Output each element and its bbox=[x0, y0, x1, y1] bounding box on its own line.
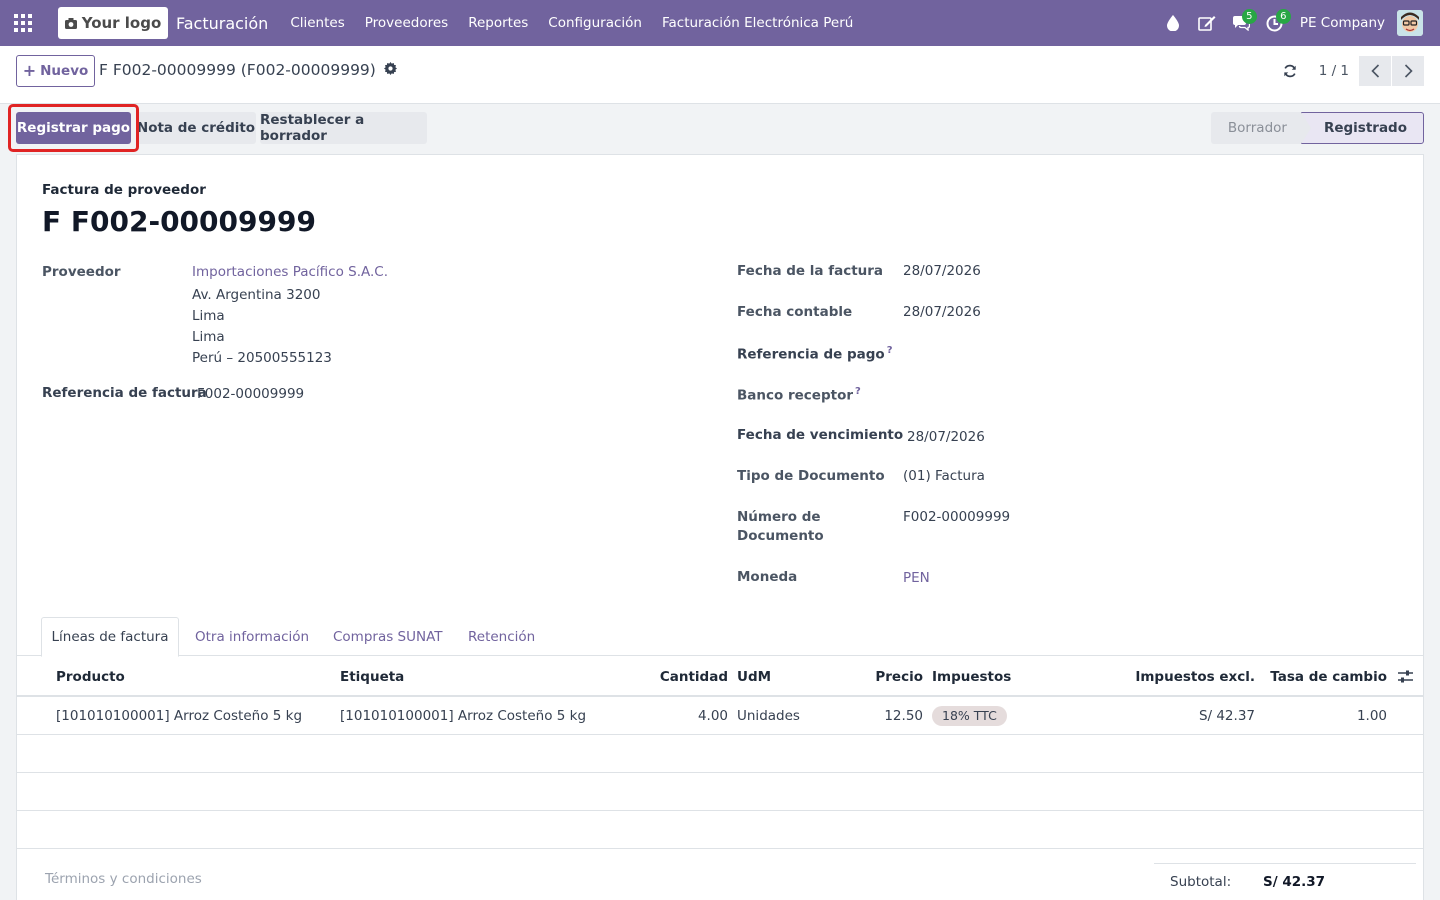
menu-item-reportes[interactable]: Reportes bbox=[458, 15, 538, 31]
pager: 1 / 1 bbox=[1275, 55, 1424, 87]
activities-badge: 6 bbox=[1275, 9, 1291, 24]
status-stages: Borrador Registrado bbox=[1210, 112, 1424, 144]
stage-draft[interactable]: Borrador bbox=[1210, 112, 1312, 144]
line-uom[interactable]: Unidades bbox=[737, 708, 800, 724]
invoice-date-label: Fecha de la factura bbox=[737, 263, 884, 279]
stage-posted[interactable]: Registrado bbox=[1300, 112, 1424, 144]
accounting-date-label: Fecha contable bbox=[737, 304, 853, 320]
user-avatar[interactable] bbox=[1397, 10, 1423, 36]
document-number-field[interactable]: F002-00009999 bbox=[903, 509, 1010, 525]
drop-icon[interactable] bbox=[1156, 0, 1190, 46]
col-tax-excluded[interactable]: Impuestos excl. bbox=[1135, 669, 1255, 685]
app-name[interactable]: Facturación bbox=[176, 14, 268, 33]
logo-text: Your logo bbox=[81, 14, 162, 32]
messages-icon[interactable]: 5 bbox=[1224, 0, 1258, 46]
vendor-address-line: Av. Argentina 3200 bbox=[192, 287, 321, 303]
invoice-date-field[interactable]: 28/07/2026 bbox=[903, 263, 981, 279]
breadcrumb-current: F F002-00009999 (F002-00009999) bbox=[99, 61, 376, 79]
tab-sunat-purchases[interactable]: Compras SUNAT bbox=[333, 617, 443, 656]
apps-menu-icon[interactable] bbox=[0, 0, 46, 46]
new-button[interactable]: + Nuevo bbox=[16, 55, 95, 87]
pager-value[interactable]: 1 / 1 bbox=[1319, 63, 1349, 79]
invoice-ref-label: Referencia de factura bbox=[42, 385, 207, 401]
col-label[interactable]: Etiqueta bbox=[340, 669, 404, 685]
document-type-field[interactable]: (01) Factura bbox=[903, 468, 985, 484]
due-date-label: Fecha de vencimiento bbox=[737, 427, 904, 443]
document-name: F F002-00009999 bbox=[42, 205, 316, 238]
col-quantity[interactable]: Cantidad bbox=[660, 669, 728, 685]
plus-icon: + bbox=[22, 61, 37, 80]
messages-badge: 5 bbox=[1241, 9, 1257, 24]
tab-retention[interactable]: Retención bbox=[468, 617, 535, 656]
terms-and-conditions-field[interactable]: Términos y condiciones bbox=[45, 871, 202, 887]
document-type-label: Tipo de Documento bbox=[737, 468, 885, 484]
currency-field[interactable]: PEN bbox=[903, 570, 930, 586]
col-exchange-rate[interactable]: Tasa de cambio bbox=[1270, 669, 1387, 685]
table-row-empty bbox=[17, 773, 1423, 811]
line-tax-tag[interactable]: 18% TTC bbox=[932, 706, 1007, 726]
col-product[interactable]: Producto bbox=[56, 669, 125, 685]
edit-icon[interactable] bbox=[1190, 0, 1224, 46]
table-row-empty bbox=[17, 811, 1423, 849]
recipient-bank-field[interactable] bbox=[903, 386, 1203, 404]
chevron-right-icon[interactable] bbox=[1392, 56, 1424, 86]
col-taxes[interactable]: Impuestos bbox=[932, 669, 1011, 685]
top-navbar: Your logo Facturación Clientes Proveedor… bbox=[0, 0, 1440, 46]
line-exchange-rate: 1.00 bbox=[1356, 708, 1387, 724]
highlight-box bbox=[8, 104, 139, 152]
line-label[interactable]: [101010100001] Arroz Costeño 5 kg bbox=[340, 708, 586, 724]
tab-other-info[interactable]: Otra información bbox=[195, 617, 309, 656]
line-price[interactable]: 12.50 bbox=[884, 708, 923, 724]
vendor-label: Proveedor bbox=[42, 264, 121, 280]
form-sheet: Factura de proveedor F F002-00009999 Pro… bbox=[16, 154, 1424, 900]
company-switcher[interactable]: PE Company bbox=[1300, 15, 1385, 31]
menu-item-proveedores[interactable]: Proveedores bbox=[355, 15, 458, 31]
control-panel: + Nuevo F F002-00009999 (F002-00009999) … bbox=[0, 46, 1440, 104]
optional-columns-icon[interactable] bbox=[1398, 669, 1413, 688]
line-quantity[interactable]: 4.00 bbox=[698, 708, 728, 724]
menu-item-clientes[interactable]: Clientes bbox=[280, 15, 354, 31]
recipient-bank-label: Banco receptor? bbox=[737, 386, 861, 404]
lines-table-header: Producto Etiqueta Cantidad UdM Precio Im… bbox=[17, 656, 1423, 697]
totals-summary: Subtotal: S/ 42.37 bbox=[1154, 863, 1416, 900]
camera-icon bbox=[64, 17, 77, 29]
subtotal-value: S/ 42.37 bbox=[1263, 874, 1326, 890]
currency-label: Moneda bbox=[737, 569, 798, 585]
document-type-title: Factura de proveedor bbox=[42, 182, 206, 198]
due-date-field[interactable]: 28/07/2026 bbox=[907, 429, 985, 445]
subtotal-label: Subtotal: bbox=[1170, 874, 1232, 890]
gear-icon[interactable] bbox=[383, 61, 397, 79]
help-icon[interactable]: ? bbox=[887, 345, 893, 356]
main-menu: Clientes Proveedores Reportes Configurac… bbox=[280, 15, 863, 31]
document-number-label: Número de Documento bbox=[737, 509, 824, 544]
breadcrumb: F F002-00009999 (F002-00009999) bbox=[99, 61, 397, 79]
table-row[interactable]: [101010100001] Arroz Costeño 5 kg [10101… bbox=[17, 697, 1423, 735]
reset-to-draft-button[interactable]: Restablecer a borrador bbox=[260, 112, 427, 144]
help-icon[interactable]: ? bbox=[855, 386, 861, 397]
chevron-left-icon[interactable] bbox=[1359, 56, 1391, 86]
company-logo[interactable]: Your logo bbox=[58, 7, 168, 39]
line-subtotal: S/ 42.37 bbox=[1198, 708, 1255, 724]
credit-note-button[interactable]: Nota de crédito bbox=[136, 112, 256, 144]
accounting-date-field[interactable]: 28/07/2026 bbox=[903, 304, 981, 320]
invoice-ref-field[interactable]: F002-00009999 bbox=[197, 386, 304, 402]
table-row-empty bbox=[17, 735, 1423, 773]
menu-item-configuracion[interactable]: Configuración bbox=[538, 15, 652, 31]
status-bar: Registrar pago Nota de crédito Restablec… bbox=[0, 104, 1440, 154]
col-uom[interactable]: UdM bbox=[737, 669, 771, 685]
tab-invoice-lines[interactable]: Líneas de factura bbox=[41, 617, 179, 657]
vendor-address-line: Lima bbox=[192, 329, 225, 345]
vendor-address-line: Perú – 20500555123 bbox=[192, 350, 332, 366]
vendor-address-line: Lima bbox=[192, 308, 225, 324]
col-price[interactable]: Precio bbox=[875, 669, 923, 685]
line-product[interactable]: [101010100001] Arroz Costeño 5 kg bbox=[56, 708, 302, 724]
payment-reference-field[interactable] bbox=[903, 345, 1203, 363]
new-button-label: Nuevo bbox=[40, 63, 89, 79]
vendor-field[interactable]: Importaciones Pacífico S.A.C. bbox=[192, 264, 388, 280]
refresh-icon[interactable] bbox=[1275, 55, 1305, 87]
activities-icon[interactable]: 6 bbox=[1258, 0, 1292, 46]
menu-item-facturacion-electronica[interactable]: Facturación Electrónica Perú bbox=[652, 15, 863, 31]
notebook-tabs: Líneas de factura Otra información Compr… bbox=[17, 617, 1423, 657]
payment-reference-label: Referencia de pago? bbox=[737, 345, 893, 363]
